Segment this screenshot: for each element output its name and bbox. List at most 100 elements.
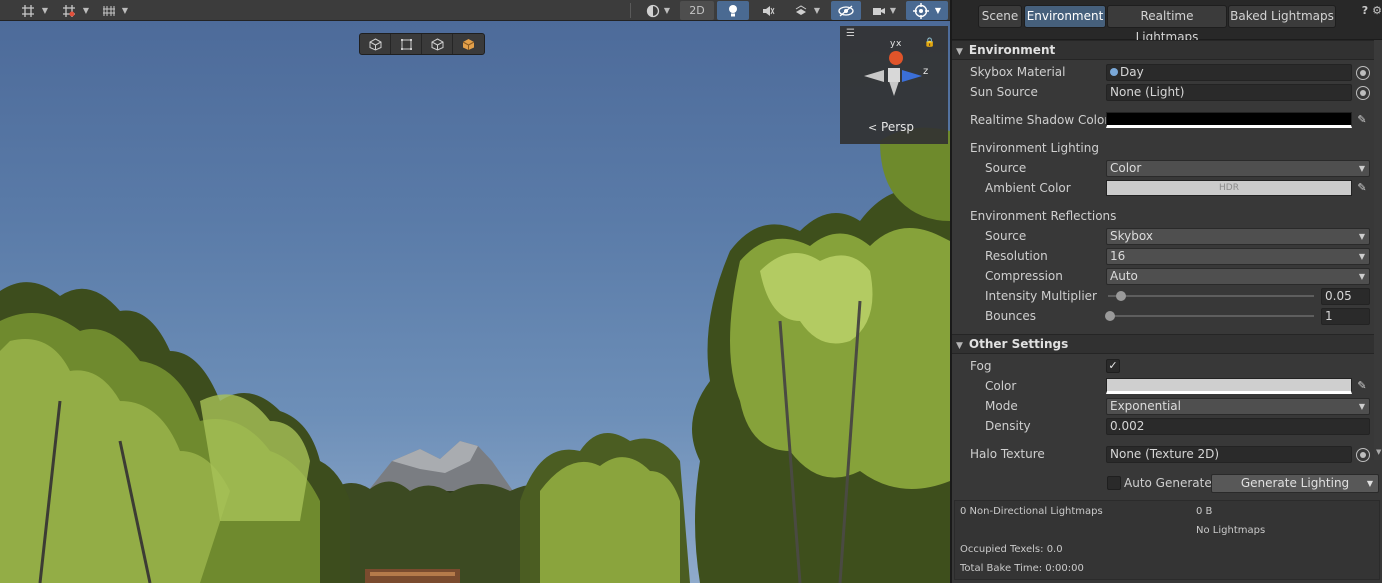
grid-visibility-icon[interactable] <box>98 1 120 20</box>
fog-density-field[interactable]: 0.002 <box>1106 418 1370 435</box>
other-settings-section-header[interactable]: ▼ Other Settings <box>952 334 1374 354</box>
tab-realtime-lightmaps[interactable]: Realtime Lightmaps <box>1107 5 1227 44</box>
cube-view-icon[interactable] <box>360 34 391 54</box>
axis-gizmo-icon: y x z <box>864 39 928 96</box>
wire-cube-icon[interactable] <box>422 34 453 54</box>
object-picker-icon[interactable] <box>1356 66 1370 80</box>
intensity-slider-handle[interactable] <box>1116 291 1126 301</box>
lightmap-stats: 0 Non-Directional Lightmaps 0 B No Light… <box>954 500 1380 580</box>
eyedropper-icon[interactable]: ✎ <box>1354 180 1370 196</box>
gizmo-z-label: z <box>923 66 928 77</box>
dropdown-arrow-icon: ▼ <box>1358 164 1365 173</box>
dropdown-arrow-icon: ▼ <box>1358 232 1365 241</box>
material-icon <box>1110 68 1118 76</box>
dropdown-arrow-icon: ▼ <box>1358 252 1365 261</box>
realtime-shadow-color-label: Realtime Shadow Color <box>970 113 1110 127</box>
dropdown-arrow-icon: ▼ <box>1358 402 1365 411</box>
eyedropper-icon[interactable]: ✎ <box>1354 112 1370 128</box>
dropdown-arrow-icon: ▼ <box>1366 479 1373 488</box>
scene-toolbar: ▼ ▼ ▼ ▼ 2D ▼ ▼ ▼ <box>0 0 950 21</box>
total-bake-time: Total Bake Time: 0:00:00 <box>960 563 1084 574</box>
realtime-shadow-color-swatch[interactable] <box>1106 112 1352 128</box>
audio-toggle-icon[interactable] <box>753 1 783 20</box>
generate-lighting-button[interactable]: Generate Lighting ▼ <box>1211 474 1379 493</box>
solid-cube-icon[interactable] <box>453 34 484 54</box>
reflection-source-label: Source <box>985 229 1027 243</box>
fog-checkbox[interactable]: ✓ <box>1106 359 1120 373</box>
fog-color-label: Color <box>985 379 1017 393</box>
lighting-toggle-icon[interactable] <box>717 1 749 20</box>
increment-snap-icon[interactable] <box>57 1 81 20</box>
rect-tool-icon[interactable] <box>391 34 422 54</box>
intensity-slider[interactable] <box>1108 295 1314 297</box>
scene-tool-overlay <box>359 33 485 55</box>
sun-source-label: Sun Source <box>970 85 1038 99</box>
intensity-value-field[interactable]: 0.05 <box>1321 288 1370 305</box>
intensity-multiplier-label: Intensity Multiplier <box>985 289 1097 303</box>
lightmap-count: 0 Non-Directional Lightmaps <box>960 506 1103 517</box>
fog-color-swatch[interactable] <box>1106 378 1352 394</box>
object-picker-icon[interactable] <box>1356 86 1370 100</box>
settings-gear-icon[interactable]: ⚙ <box>1372 4 1382 17</box>
2d-toggle-button[interactable]: 2D <box>680 1 714 20</box>
panel-scrollbar[interactable] <box>1374 40 1382 460</box>
panel-header-icons: ? ⚙ <box>1362 4 1382 17</box>
bounces-slider[interactable] <box>1108 315 1314 317</box>
grid-snap-dropdown[interactable]: ▼ <box>40 1 50 20</box>
foldout-arrow-icon: ▼ <box>956 341 963 351</box>
ambient-color-label: Ambient Color <box>985 181 1071 195</box>
help-icon[interactable]: ? <box>1362 4 1368 17</box>
foldout-arrow-icon: ▼ <box>956 47 963 57</box>
camera-settings-icon[interactable]: ▼ <box>866 1 902 20</box>
resolution-label: Resolution <box>985 249 1048 263</box>
scroll-down-arrow-icon[interactable]: ▼ <box>1376 448 1381 456</box>
draw-mode-button[interactable]: ▼ <box>640 1 676 20</box>
bounces-value-field[interactable]: 1 <box>1321 308 1370 325</box>
grid-snap-icon[interactable] <box>16 1 40 20</box>
tab-scene[interactable]: Scene <box>978 5 1022 28</box>
compression-dropdown[interactable]: Auto ▼ <box>1106 268 1370 285</box>
fog-mode-dropdown[interactable]: Exponential ▼ <box>1106 398 1370 415</box>
lightmap-size: 0 B <box>1196 506 1213 517</box>
environment-reflections-label: Environment Reflections <box>970 209 1117 223</box>
tab-environment[interactable]: Environment <box>1024 5 1106 28</box>
tab-baked-lightmaps[interactable]: Baked Lightmaps <box>1228 5 1336 28</box>
increment-snap-dropdown[interactable]: ▼ <box>81 1 91 20</box>
lighting-source-dropdown[interactable]: Color ▼ <box>1106 160 1370 177</box>
object-picker-icon[interactable] <box>1356 448 1370 462</box>
fog-mode-label: Mode <box>985 399 1018 413</box>
lighting-source-label: Source <box>985 161 1027 175</box>
scene-view[interactable]: ▼ ▼ ▼ ▼ 2D ▼ ▼ ▼ ☰ 🔒 y x z < Persp <box>0 0 950 583</box>
auto-generate-checkbox[interactable] <box>1107 476 1121 490</box>
skybox-material-label: Skybox Material <box>970 65 1066 79</box>
environment-lighting-label: Environment Lighting <box>970 141 1099 155</box>
no-lightmaps-text: No Lightmaps <box>1196 525 1266 536</box>
compression-label: Compression <box>985 269 1063 283</box>
bounces-label: Bounces <box>985 309 1037 323</box>
eyedropper-icon[interactable]: ✎ <box>1354 378 1370 394</box>
dropdown-arrow-icon: ▼ <box>1358 272 1365 281</box>
environment-section-header[interactable]: ▼ Environment <box>952 40 1374 60</box>
gizmo-x-label: x <box>896 39 902 49</box>
camera-projection-label[interactable]: < Persp <box>868 120 914 134</box>
ambient-color-swatch[interactable]: HDR <box>1106 180 1352 196</box>
auto-generate-label: Auto Generate <box>1124 476 1212 490</box>
halo-texture-label: Halo Texture <box>970 447 1045 461</box>
orientation-gizmo[interactable]: ☰ 🔒 y x z < Persp <box>840 26 948 144</box>
reflection-source-dropdown[interactable]: Skybox ▼ <box>1106 228 1370 245</box>
scene-visibility-icon[interactable] <box>831 1 861 20</box>
bounces-slider-handle[interactable] <box>1105 311 1115 321</box>
skybox-material-field[interactable]: Day <box>1106 64 1352 81</box>
resolution-dropdown[interactable]: 16 ▼ <box>1106 248 1370 265</box>
fog-density-label: Density <box>985 419 1031 433</box>
gizmos-toggle-icon[interactable]: ▼ <box>906 1 948 20</box>
scene-viewport[interactable]: ☰ 🔒 y x z < Persp <box>0 21 950 583</box>
effects-toggle-icon[interactable]: ▼ <box>787 1 827 20</box>
forest-scene-render <box>0 127 950 583</box>
sun-source-field[interactable]: None (Light) <box>1106 84 1352 101</box>
lighting-panel: Scene Environment Realtime Lightmaps Bak… <box>952 0 1382 583</box>
fog-label: Fog <box>970 359 992 373</box>
grid-visibility-dropdown[interactable]: ▼ <box>120 1 130 20</box>
halo-texture-field[interactable]: None (Texture 2D) <box>1106 446 1352 463</box>
occupied-texels: Occupied Texels: 0.0 <box>960 544 1063 555</box>
